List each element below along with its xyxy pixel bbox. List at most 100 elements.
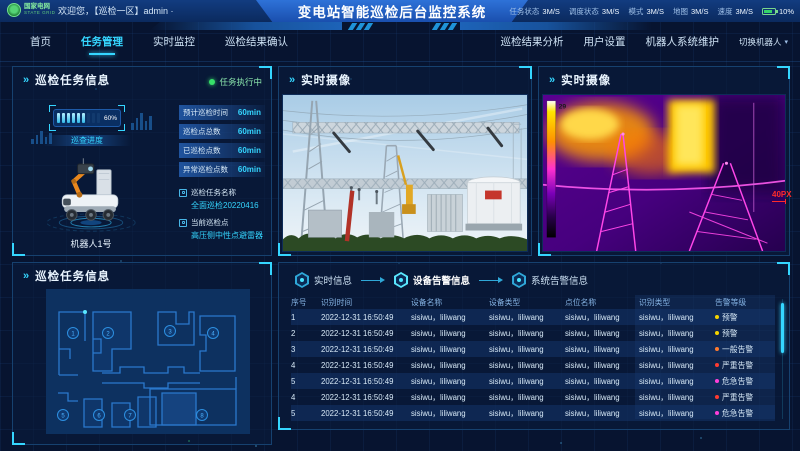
stat-row: 已巡检点数 60min (179, 143, 265, 158)
table-cell: 5 (291, 377, 321, 386)
table-cell: 2022-12-31 16:50:49 (321, 409, 411, 418)
panel-title: 巡检任务信息 (35, 72, 110, 88)
table-cell: sisiwu，liliwang (489, 392, 565, 403)
table-row[interactable]: 5 2022-12-31 16:50:49 sisiwu，liliwang si… (291, 405, 775, 421)
table-row[interactable]: 3 2022-12-31 16:50:49 sisiwu，liliwang si… (291, 341, 775, 357)
table-cell: 2022-12-31 16:50:49 (321, 377, 411, 386)
nav-item-user-settings[interactable]: 用户设置 (583, 22, 625, 62)
table-cell: sisiwu，liliwang (565, 328, 639, 339)
table-cell: sisiwu，liliwang (411, 328, 489, 339)
status-item: 调度状态 3M/S (569, 6, 620, 17)
nav-item-result-analysis[interactable]: 巡检结果分析 (500, 22, 563, 62)
table-cell: 2 (291, 329, 321, 338)
table-row[interactable]: 1 2022-12-31 16:50:49 sisiwu，liliwang si… (291, 309, 775, 325)
scrollbar-thumb[interactable] (781, 303, 784, 353)
table-cell: sisiwu，liliwang (411, 344, 489, 355)
progress-bar: 60% (53, 109, 121, 127)
panel-header: » 实时摄像 (279, 67, 531, 93)
alarm-level-cell: 一般告警 (715, 344, 775, 355)
table-cell: 2022-12-31 16:50:49 (321, 361, 411, 370)
table-cell: sisiwu，liliwang (639, 328, 715, 339)
current-point-value: 高压侧中性点避雷器 (191, 230, 269, 241)
table-cell: 2022-12-31 16:50:49 (321, 393, 411, 402)
equalizer-decoration (131, 113, 152, 130)
design-annotation-line (772, 201, 786, 202)
nav-item-task-management[interactable]: 任务管理 (81, 22, 123, 62)
battery-status: 10% (762, 7, 794, 16)
nav-item-realtime-monitor[interactable]: 实时监控 (153, 22, 195, 62)
battery-icon (762, 8, 776, 15)
alarm-table: 序号 识别时间 设备名称 设备类型 点位名称 识别类型 告警等级 1 2022-… (291, 295, 775, 421)
tab-device-alarm-info[interactable]: 设备告警信息 (394, 272, 470, 288)
table-cell: sisiwu，liliwang (411, 376, 489, 387)
target-icon (179, 219, 187, 227)
alarm-level-dot (715, 411, 719, 415)
table-cell: sisiwu，liliwang (489, 360, 565, 371)
stat-row: 异常巡检点数 60min (179, 162, 265, 177)
app-title: 变电站智能巡检后台监控系统 (298, 1, 487, 21)
panel-header: » 实时摄像 (539, 67, 789, 93)
task-stats: 预计巡检时间 60min 巡检点总数 60min 已巡检点数 60min 异常巡… (179, 105, 265, 181)
stat-row: 预计巡检时间 60min (179, 105, 265, 120)
state-grid-logo-icon (7, 3, 21, 17)
main-nav: 首页 任务管理 实时监控 巡检结果确认 巡检结果分析 用户设置 机器人系统维护 … (0, 22, 800, 62)
stat-row: 巡检点总数 60min (179, 124, 265, 139)
status-item: 地图 3M/S (673, 6, 709, 17)
tab-realtime-info[interactable]: 实时信息 (295, 272, 352, 288)
table-cell: sisiwu，liliwang (639, 312, 715, 323)
alarm-tabs: 实时信息 设备告警信息 系统告警信息 (295, 269, 588, 291)
table-cell: 2022-12-31 16:50:49 (321, 313, 411, 322)
status-item: 模式 3M/S (628, 6, 664, 17)
thermal-camera-panel: » 实时摄像 (538, 66, 790, 256)
nav-item-inspection-confirm[interactable]: 巡检结果确认 (225, 22, 288, 62)
alarm-level-dot (715, 315, 719, 319)
table-cell: sisiwu，liliwang (411, 312, 489, 323)
table-row[interactable]: 2 2022-12-31 16:50:49 sisiwu，liliwang si… (291, 325, 775, 341)
alarm-level-cell: 危急告警 (715, 376, 775, 387)
inspection-map-panel: » 巡检任务信息 (12, 262, 272, 445)
floorplan-map[interactable]: 1 2 3 4 5 6 7 8 (46, 289, 250, 434)
table-header-row: 序号 识别时间 设备名称 设备类型 点位名称 识别类型 告警等级 (291, 295, 775, 309)
table-cell: sisiwu，liliwang (411, 408, 489, 419)
alarm-level-cell: 严重告警 (715, 392, 775, 403)
alarm-level-dot (715, 379, 719, 383)
design-annotation-text: 40PX (772, 190, 792, 199)
status-item: 任务状态 3M/S (509, 6, 560, 17)
hexagon-icon (512, 272, 526, 288)
table-row[interactable]: 5 2022-12-31 16:50:49 sisiwu，liliwang si… (291, 373, 775, 389)
task-info-block: 巡检任务名称 全面巡检20220416 当前巡检点 高压侧中性点避雷器 (179, 187, 269, 247)
table-cell: sisiwu，liliwang (565, 408, 639, 419)
table-cell: sisiwu，liliwang (565, 360, 639, 371)
alarm-level-dot (715, 331, 719, 335)
live-camera-panel: » 实时摄像 (278, 66, 532, 256)
robot-switcher-dropdown[interactable]: 切换机器人 ▾ (739, 36, 788, 48)
inspection-task-panel: » 巡检任务信息 任务执行中 60% 巡查进度 预计巡检时间 60min 巡检点… (12, 66, 272, 256)
alarm-level-dot (715, 347, 719, 351)
task-status-badge: 任务执行中 (209, 76, 262, 88)
table-cell: sisiwu，liliwang (489, 312, 565, 323)
table-row[interactable]: 4 2022-12-31 16:50:49 sisiwu，liliwang si… (291, 389, 775, 405)
table-cell: sisiwu，liliwang (639, 344, 715, 355)
nav-slashes-right (434, 23, 455, 30)
task-name-label: 巡检任务名称 (191, 187, 236, 198)
table-cell: 3 (291, 345, 321, 354)
table-cell: sisiwu，liliwang (565, 344, 639, 355)
table-row[interactable]: 4 2022-12-31 16:50:49 sisiwu，liliwang si… (291, 357, 775, 373)
tab-system-alarm-info[interactable]: 系统告警信息 (512, 272, 588, 288)
design-annotation: 40PX (772, 190, 792, 202)
table-cell: 2022-12-31 16:50:49 (321, 329, 411, 338)
table-cell: sisiwu，liliwang (489, 328, 565, 339)
alarm-level-cell: 预警 (715, 312, 775, 323)
panel-title: 实时摄像 (301, 72, 351, 88)
table-cell: sisiwu，liliwang (639, 408, 715, 419)
panel-header: » 巡检任务信息 (13, 263, 271, 289)
arrow-right-icon (361, 276, 385, 284)
alarm-level-cell: 预警 (715, 328, 775, 339)
table-cell: sisiwu，liliwang (565, 376, 639, 387)
hexagon-icon (394, 272, 408, 288)
chevrons-right-icon: » (23, 270, 29, 282)
nav-item-robot-maintenance[interactable]: 机器人系统维护 (645, 22, 719, 62)
alarm-info-panel: 实时信息 设备告警信息 系统告警信息 序号 识别时间 设备名称 设备类型 点位名… (278, 262, 790, 430)
nav-item-home[interactable]: 首页 (30, 22, 51, 62)
state-grid-logo: 国家电网 STATE GRID (7, 3, 55, 17)
